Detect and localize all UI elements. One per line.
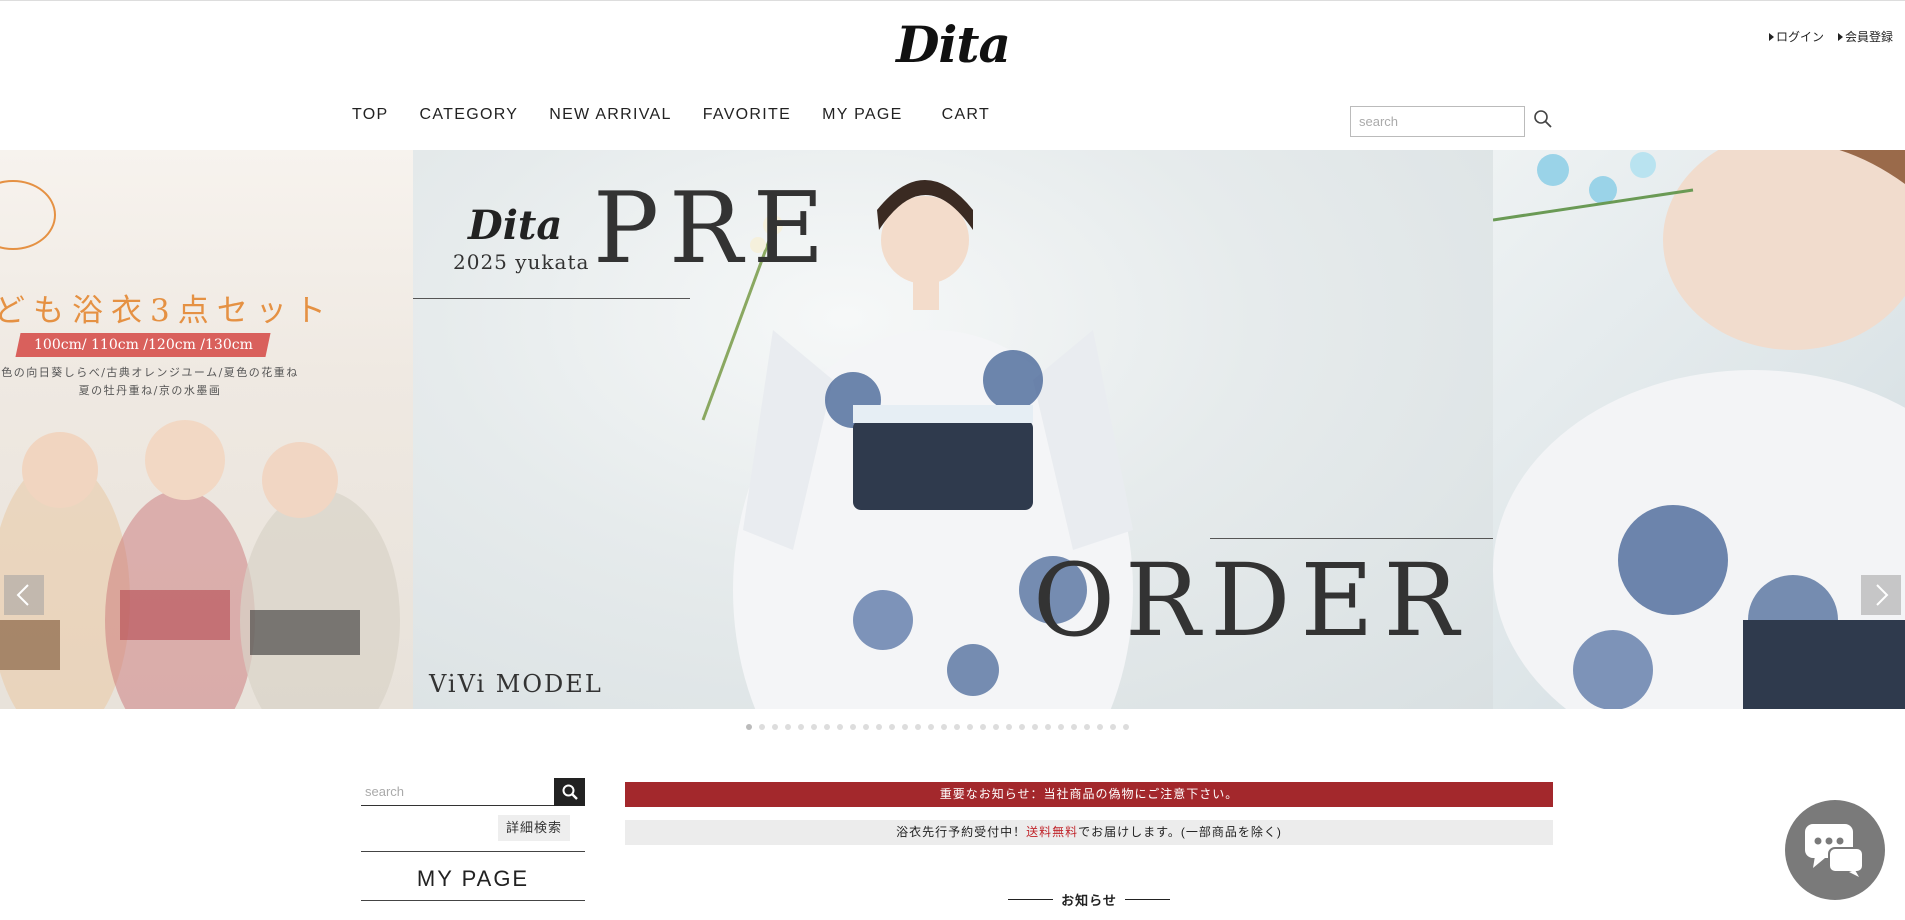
- slider-dot[interactable]: [1058, 724, 1064, 730]
- slider-dot[interactable]: [1110, 724, 1116, 730]
- register-label: 会員登録: [1844, 30, 1893, 44]
- news-section-heading: お知らせ: [1008, 890, 1170, 909]
- slider-dot[interactable]: [1084, 724, 1090, 730]
- slider-dot[interactable]: [746, 724, 752, 730]
- slide-next[interactable]: [1493, 150, 1905, 709]
- slider-dots: [746, 724, 1129, 730]
- slider-dot[interactable]: [759, 724, 765, 730]
- free-shipping-highlight: 送料無料: [1026, 825, 1079, 839]
- slider-dot[interactable]: [954, 724, 960, 730]
- main-nav: TOP CATEGORY NEW ARRIVAL FAVORITE MY PAG…: [352, 106, 1021, 124]
- slider-dot[interactable]: [863, 724, 869, 730]
- news-heading-text: お知らせ: [1061, 893, 1117, 908]
- slide-kids-yukata[interactable]: ども浴衣3点セット 100cm/ 110cm /120cm /130cm 色の向…: [0, 150, 413, 709]
- divider-line: [361, 900, 585, 901]
- preorder-suffix: でお届けします。(一部商品を除く): [1078, 825, 1282, 839]
- slider-dot[interactable]: [889, 724, 895, 730]
- chat-bubble-icon: [1805, 824, 1864, 877]
- important-notice-banner[interactable]: 重要なお知らせ：当社商品の偽物にご注意下さい。: [625, 782, 1553, 807]
- model-closeup-illustration: [1493, 150, 1905, 709]
- nav-my-page[interactable]: MY PAGE: [822, 106, 903, 124]
- slider-dot[interactable]: [1045, 724, 1051, 730]
- advanced-search-button[interactable]: 詳細検索: [498, 815, 571, 841]
- header-search-input[interactable]: [1350, 106, 1525, 137]
- header-search-button[interactable]: [1532, 108, 1554, 130]
- search-icon: [562, 784, 578, 800]
- divider-line: [1210, 538, 1493, 539]
- slider-dot[interactable]: [1123, 724, 1129, 730]
- slider-dot[interactable]: [902, 724, 908, 730]
- nav-cart[interactable]: CART: [942, 106, 990, 124]
- slide-model-label: ViVi MODEL: [429, 670, 603, 698]
- account-links: ログイン 会員登録: [1768, 28, 1893, 45]
- sidebar-search-input[interactable]: [361, 778, 554, 806]
- preorder-notice-banner: 浴衣先行予約受付中！送料無料でお届けします。(一部商品を除く): [625, 820, 1553, 845]
- chevron-left-icon: [16, 584, 29, 606]
- site-logo[interactable]: Dita: [893, 14, 1013, 74]
- slider-dot[interactable]: [980, 724, 986, 730]
- slider-dot[interactable]: [837, 724, 843, 730]
- nav-new-arrival[interactable]: NEW ARRIVAL: [549, 106, 671, 124]
- slider-dot[interactable]: [772, 724, 778, 730]
- hero-slider: ども浴衣3点セット 100cm/ 110cm /120cm /130cm 色の向…: [0, 150, 1905, 709]
- heading-rule: [1124, 899, 1170, 900]
- slider-dot[interactable]: [785, 724, 791, 730]
- sidebar-search-button[interactable]: [554, 778, 585, 806]
- sidebar-mypage-heading[interactable]: MY PAGE: [361, 866, 585, 892]
- kids-photo-illustration: [0, 420, 400, 709]
- slide-preorder[interactable]: Dita 2025 yukata PRE ORDER ViVi MODEL: [413, 150, 1493, 709]
- slide-order-text: ORDER: [1033, 542, 1469, 659]
- slider-dot[interactable]: [811, 724, 817, 730]
- register-link[interactable]: 会員登録: [1837, 28, 1893, 45]
- slider-next-button[interactable]: [1861, 575, 1901, 615]
- nav-favorite[interactable]: FAVORITE: [703, 106, 791, 124]
- chevron-right-icon: [1876, 584, 1889, 606]
- slider-dot[interactable]: [915, 724, 921, 730]
- slider-dot[interactable]: [1097, 724, 1103, 730]
- divider-line: [413, 298, 690, 299]
- slide-year: 2025 yukata: [453, 250, 590, 274]
- slider-dot[interactable]: [1006, 724, 1012, 730]
- search-icon: [1534, 110, 1552, 128]
- slider-dot[interactable]: [850, 724, 856, 730]
- slider-dot[interactable]: [1019, 724, 1025, 730]
- slider-prev-button[interactable]: [4, 575, 44, 615]
- slider-dot[interactable]: [967, 724, 973, 730]
- triangle-right-icon: [1768, 32, 1774, 41]
- slide-brand-logo: Dita: [468, 202, 563, 249]
- login-link[interactable]: ログイン: [1768, 28, 1824, 45]
- login-label: ログイン: [1775, 30, 1824, 44]
- nav-top[interactable]: TOP: [352, 106, 389, 124]
- slider-dot[interactable]: [876, 724, 882, 730]
- slider-dot[interactable]: [824, 724, 830, 730]
- slider-dot[interactable]: [928, 724, 934, 730]
- chat-button[interactable]: [1785, 800, 1885, 900]
- preorder-prefix: 浴衣先行予約受付中！: [896, 825, 1027, 839]
- divider-line: [361, 851, 585, 852]
- slider-dot[interactable]: [941, 724, 947, 730]
- triangle-right-icon: [1837, 32, 1843, 41]
- slide-pre-text: PRE: [593, 172, 835, 286]
- slider-dot[interactable]: [798, 724, 804, 730]
- heading-rule: [1008, 899, 1054, 900]
- slider-dot[interactable]: [1071, 724, 1077, 730]
- top-border: [0, 0, 1905, 1]
- slider-dot[interactable]: [1032, 724, 1038, 730]
- nav-category[interactable]: CATEGORY: [420, 106, 519, 124]
- slider-dot[interactable]: [993, 724, 999, 730]
